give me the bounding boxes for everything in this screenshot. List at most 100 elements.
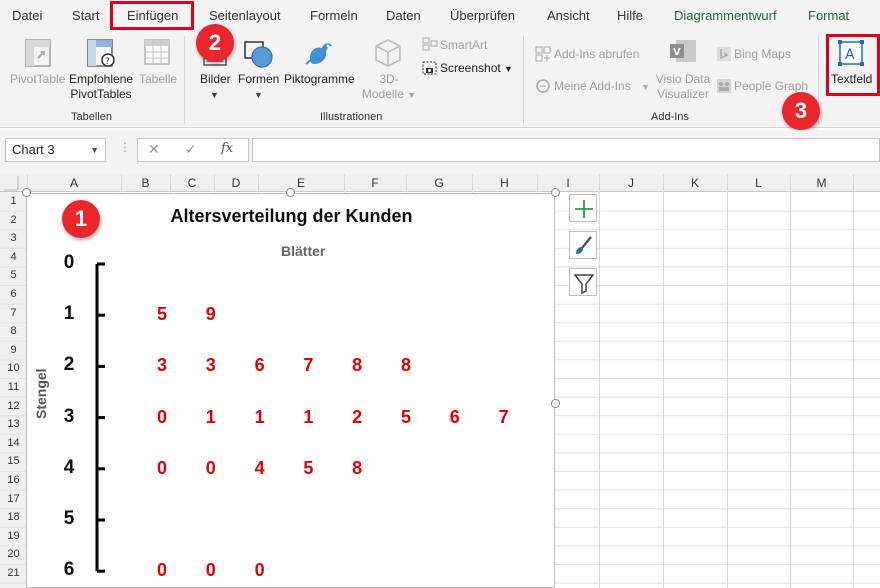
chart-styles-button[interactable] xyxy=(569,231,597,259)
column-header-F[interactable]: F xyxy=(344,176,406,190)
leaf-value: 0 xyxy=(254,560,265,581)
row-header-4[interactable]: 4 xyxy=(0,251,27,263)
row-header-6[interactable]: 6 xyxy=(0,288,27,300)
visio-icon: V xyxy=(668,38,698,69)
row-header-12[interactable]: 12 xyxy=(0,400,27,412)
pivottable-button[interactable]: PivotTable xyxy=(10,72,65,87)
group-addins: Add-Ins xyxy=(651,111,689,123)
chart-filters-button[interactable] xyxy=(569,268,597,296)
row-header-13[interactable]: 13 xyxy=(0,418,27,430)
row-header-11[interactable]: 11 xyxy=(0,381,27,393)
tab-daten[interactable]: Daten xyxy=(386,8,421,23)
leaf-value: 7 xyxy=(498,406,509,427)
column-header-E[interactable]: E xyxy=(258,176,344,190)
column-header-D[interactable]: D xyxy=(214,176,258,190)
table-button[interactable]: Tabelle xyxy=(139,72,177,87)
tab-ansicht[interactable]: Ansicht xyxy=(547,8,590,23)
ribbon-tabs: Datei Start Einfügen Seitenlayout Formel… xyxy=(0,0,880,30)
column-header-C[interactable]: C xyxy=(170,176,214,190)
column-header-I[interactable]: I xyxy=(537,176,599,190)
column-header-K[interactable]: K xyxy=(663,176,727,190)
chart-elements-button[interactable] xyxy=(569,194,597,222)
icons-button[interactable]: Piktogramme xyxy=(284,72,355,87)
pictures-dropdown-icon[interactable]: ▼ xyxy=(210,90,219,100)
leaf-value: 6 xyxy=(449,406,460,427)
table-icon xyxy=(143,38,171,69)
recommended-pivot-label-1: Empfohlene xyxy=(69,72,134,86)
column-header-M[interactable]: M xyxy=(790,176,853,190)
tab-datei[interactable]: Datei xyxy=(12,8,42,23)
row-header-9[interactable]: 9 xyxy=(0,344,27,356)
tab-ueberpruefen[interactable]: Überprüfen xyxy=(450,8,515,23)
formula-input[interactable] xyxy=(252,138,880,162)
filter-icon xyxy=(573,274,595,295)
row-header-14[interactable]: 14 xyxy=(0,437,27,449)
leaf-value: 9 xyxy=(205,304,216,325)
row-header-19[interactable]: 19 xyxy=(0,530,27,542)
smartart-button[interactable]: SmartArt xyxy=(440,38,487,52)
plus-icon xyxy=(575,200,593,218)
visio-button[interactable]: Visio Data Visualizer xyxy=(654,72,712,102)
screenshot-button[interactable]: Screenshot ▼ xyxy=(440,61,513,75)
leaf-value: 8 xyxy=(352,355,363,376)
people-graph-button[interactable]: People Graph xyxy=(734,79,808,93)
enter-icon[interactable]: ✓ xyxy=(185,141,197,158)
tab-start[interactable]: Start xyxy=(72,8,99,23)
column-header-G[interactable]: G xyxy=(406,176,472,190)
svg-text:V: V xyxy=(673,47,681,58)
insert-function-icon[interactable]: fx xyxy=(221,141,233,156)
row-header-21[interactable]: 21 xyxy=(0,567,27,579)
row-header-7[interactable]: 7 xyxy=(0,307,27,319)
resize-handle[interactable] xyxy=(551,399,560,408)
bing-maps-button[interactable]: Bing Maps xyxy=(734,47,791,61)
column-header-A[interactable]: A xyxy=(27,176,121,190)
column-header-L[interactable]: L xyxy=(727,176,790,190)
column-header-J[interactable]: J xyxy=(599,176,663,190)
shapes-dropdown-icon[interactable]: ▼ xyxy=(254,90,263,100)
row-header-8[interactable]: 8 xyxy=(0,325,27,337)
row-header-1[interactable]: 1 xyxy=(0,195,27,207)
leaf-value: 0 xyxy=(205,560,216,581)
column-header-H[interactable]: H xyxy=(472,176,537,190)
leaf-value: 5 xyxy=(303,457,314,478)
row-header-18[interactable]: 18 xyxy=(0,511,27,523)
leaf-value: 8 xyxy=(352,457,363,478)
tab-seitenlayout[interactable]: Seitenlayout xyxy=(209,8,281,23)
resize-handle[interactable] xyxy=(22,188,31,197)
3d-models-button[interactable]: 3D- Modelle ▼ xyxy=(360,72,418,103)
recommended-pivot-icon: ? xyxy=(86,38,116,71)
my-addins-dropdown-icon[interactable]: ▼ xyxy=(641,82,650,92)
pivottable-icon xyxy=(24,38,52,71)
stem-leaf-chart[interactable]: Altersverteilung der Kunden Blätter Sten… xyxy=(26,193,555,588)
cancel-icon[interactable]: ✕ xyxy=(148,141,160,158)
shapes-button[interactable]: Formen xyxy=(238,72,279,87)
row-header-17[interactable]: 17 xyxy=(0,493,27,505)
tab-formeln[interactable]: Formeln xyxy=(310,8,358,23)
resize-handle[interactable] xyxy=(286,188,295,197)
name-box-dropdown-icon[interactable]: ▼ xyxy=(90,139,99,161)
row-header-15[interactable]: 15 xyxy=(0,455,27,467)
row-header-20[interactable]: 20 xyxy=(0,548,27,560)
column-header-B[interactable]: B xyxy=(121,176,170,190)
row-header-3[interactable]: 3 xyxy=(0,232,27,244)
tab-format[interactable]: Format xyxy=(808,8,849,23)
pictures-button[interactable]: Bilder xyxy=(200,72,231,87)
group-illustrationen: Illustrationen xyxy=(320,111,383,123)
tab-hilfe[interactable]: Hilfe xyxy=(617,8,643,23)
my-addins-button[interactable]: Meine Add-Ins xyxy=(554,79,631,93)
tab-diagrammentwurf[interactable]: Diagrammentwurf xyxy=(674,8,777,23)
visio-label-1: Visio Data xyxy=(655,72,711,86)
row-header-16[interactable]: 16 xyxy=(0,474,27,486)
leaf-value: 5 xyxy=(156,304,167,325)
leaf-value: 7 xyxy=(303,355,314,376)
leaf-value: 8 xyxy=(400,355,411,376)
name-box-value: Chart 3 xyxy=(12,142,55,157)
leaf-value: 1 xyxy=(205,406,216,427)
row-header-10[interactable]: 10 xyxy=(0,362,27,374)
row-header-5[interactable]: 5 xyxy=(0,269,27,281)
get-addins-button[interactable]: Add-Ins abrufen xyxy=(554,47,639,61)
row-header-2[interactable]: 2 xyxy=(0,214,27,226)
recommended-pivot-button[interactable]: Empfohlene PivotTables xyxy=(69,72,133,102)
resize-handle[interactable] xyxy=(551,188,560,197)
name-box[interactable]: Chart 3 ▼ xyxy=(5,138,106,162)
